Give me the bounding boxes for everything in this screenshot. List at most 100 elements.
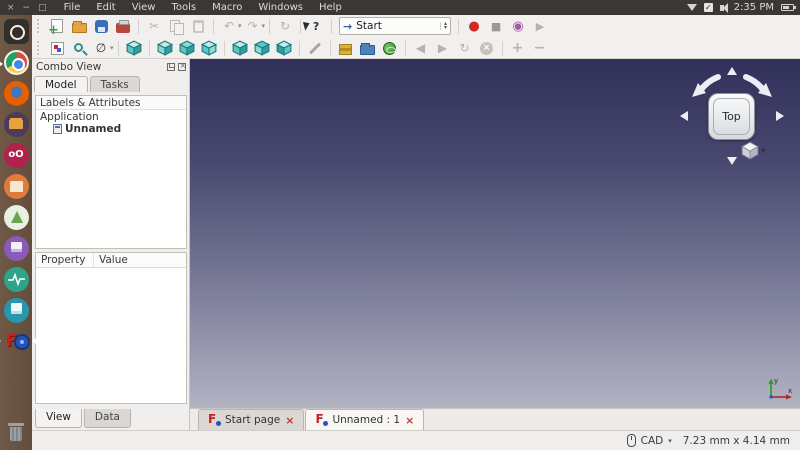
close-tab-icon[interactable]: × — [285, 414, 294, 427]
launcher-writer[interactable] — [4, 236, 29, 261]
open-location-button[interactable] — [358, 39, 378, 58]
column-property[interactable]: Property — [36, 253, 94, 267]
property-header-row: Property Value — [36, 253, 186, 268]
launcher-trash[interactable] — [4, 421, 29, 446]
macro-execute-button[interactable]: ▶ — [530, 17, 550, 36]
launcher-system-monitor[interactable] — [4, 267, 29, 292]
draw-style-button[interactable]: ∅ — [91, 39, 111, 58]
browser-reload-button[interactable]: ↻ — [455, 39, 475, 58]
save-icon — [95, 20, 108, 33]
maximize-window-icon[interactable]: □ — [38, 3, 47, 13]
close-window-icon[interactable]: × — [7, 3, 15, 13]
battery-icon[interactable] — [781, 4, 794, 11]
fit-all-button[interactable] — [47, 39, 67, 58]
navigation-style-selector[interactable]: CAD — [641, 435, 664, 447]
bottom-view-button[interactable] — [252, 39, 272, 58]
zoom-in-button[interactable]: + — [508, 39, 528, 58]
macro-record-button[interactable]: ● — [464, 17, 484, 36]
axis-indicator: y x — [764, 376, 794, 404]
menu-edit[interactable]: Edit — [88, 0, 123, 15]
browser-forward-button[interactable]: ▶ — [433, 39, 453, 58]
launcher-android-studio[interactable] — [4, 205, 29, 230]
draw-style-icon: ∅ — [96, 41, 106, 55]
save-document-button[interactable] — [91, 17, 111, 36]
open-website-button[interactable] — [380, 39, 400, 58]
panel-title: Combo View — [36, 61, 101, 73]
left-view-button[interactable] — [274, 39, 294, 58]
launcher-documents[interactable] — [4, 298, 29, 323]
launcher-freecad[interactable]: F — [4, 329, 29, 354]
cut-icon: ✂ — [149, 19, 159, 33]
whats-this-icon: ? — [313, 20, 319, 33]
tree-item-unnamed[interactable]: Unnamed — [36, 123, 186, 135]
menu-help[interactable]: Help — [311, 0, 350, 15]
measure-icon — [309, 42, 321, 54]
measure-distance-button[interactable] — [305, 39, 325, 58]
volume-icon[interactable] — [720, 5, 724, 11]
print-button[interactable] — [113, 17, 133, 36]
tab-model[interactable]: Model — [34, 76, 88, 92]
menu-tools[interactable]: Tools — [163, 0, 204, 15]
tab-start-page[interactable]: F Start page × — [198, 409, 304, 430]
clock-label[interactable]: 2:35 PM — [734, 2, 774, 13]
whats-this-button[interactable]: ? — [306, 17, 326, 36]
minimize-window-icon[interactable]: − — [23, 3, 31, 13]
freecad-gear-icon — [16, 336, 28, 348]
cut-button[interactable]: ✂ — [144, 17, 164, 36]
tab-tasks[interactable]: Tasks — [90, 76, 140, 92]
tilt-up-arrow-icon — [727, 67, 737, 75]
nav-cube-menu[interactable]: ▾ — [740, 139, 770, 161]
right-view-button[interactable] — [199, 39, 219, 58]
new-document-button[interactable] — [47, 17, 67, 36]
tab-unnamed-1[interactable]: F Unnamed : 1 × — [305, 409, 424, 430]
tab-data[interactable]: Data — [84, 409, 131, 428]
browser-back-button[interactable]: ◀ — [411, 39, 431, 58]
launcher-chromium[interactable] — [4, 50, 29, 75]
axonometric-view-button[interactable] — [124, 39, 144, 58]
launcher-photos[interactable] — [4, 174, 29, 199]
macro-stop-button[interactable]: ■ — [486, 17, 506, 36]
launcher-firefox[interactable] — [4, 81, 29, 106]
paste-button[interactable] — [188, 17, 208, 36]
workbench-spinner[interactable]: ▴ ▾ — [440, 22, 447, 30]
menu-macro[interactable]: Macro — [204, 0, 250, 15]
launcher-ubuntu-dash[interactable] — [4, 19, 29, 44]
combo-view-titlebar: Combo View — [32, 59, 189, 74]
menu-view[interactable]: View — [124, 0, 164, 15]
zoom-out-button[interactable]: − — [530, 39, 550, 58]
front-view-button[interactable] — [155, 39, 175, 58]
redo-button[interactable]: ↷ — [243, 17, 263, 36]
keyboard-indicator-icon[interactable]: ✓ — [704, 3, 713, 12]
launcher-peek[interactable]: oO — [4, 143, 29, 168]
macro-dialog-button[interactable]: ◉ — [508, 17, 528, 36]
tab-view[interactable]: View — [35, 409, 82, 428]
column-value[interactable]: Value — [94, 253, 133, 267]
toolbar-area: ✂ ↶ ▾ ↷ ▾ ↻ ? → Start ▴ ▾ ● ■ ◉ ▶ ∅ ▾ — [32, 15, 800, 59]
copy-button[interactable] — [166, 17, 186, 36]
box-zoom-button[interactable] — [69, 39, 89, 58]
close-panel-icon[interactable] — [178, 63, 186, 71]
top-view-button[interactable] — [177, 39, 197, 58]
nav-style-caret-icon[interactable]: ▾ — [668, 437, 672, 445]
nav-cube-top-face[interactable]: Top — [708, 93, 755, 140]
undo-button[interactable]: ↶ — [219, 17, 239, 36]
bottom-view-icon — [254, 40, 270, 56]
start-page-button[interactable] — [336, 39, 356, 58]
network-icon[interactable] — [687, 4, 697, 11]
tree-item-application[interactable]: Application — [36, 110, 186, 123]
refresh-button[interactable]: ↻ — [275, 17, 295, 36]
launcher-files[interactable] — [4, 112, 29, 137]
float-panel-icon[interactable] — [167, 63, 175, 71]
close-tab-icon[interactable]: × — [405, 414, 414, 427]
menu-windows[interactable]: Windows — [250, 0, 311, 15]
rear-view-button[interactable] — [230, 39, 250, 58]
property-editor-tabs: View Data — [35, 409, 133, 428]
open-document-button[interactable] — [69, 17, 89, 36]
3d-viewport[interactable]: Top ▾ y x — [190, 59, 800, 408]
workbench-selector[interactable]: → Start ▴ ▾ — [339, 17, 451, 35]
toolbar-grip[interactable] — [37, 19, 42, 33]
toolbar-grip[interactable] — [37, 41, 42, 55]
browser-stop-button[interactable]: × — [477, 39, 497, 58]
menu-file[interactable]: File — [56, 0, 89, 15]
document-icon — [53, 124, 62, 134]
